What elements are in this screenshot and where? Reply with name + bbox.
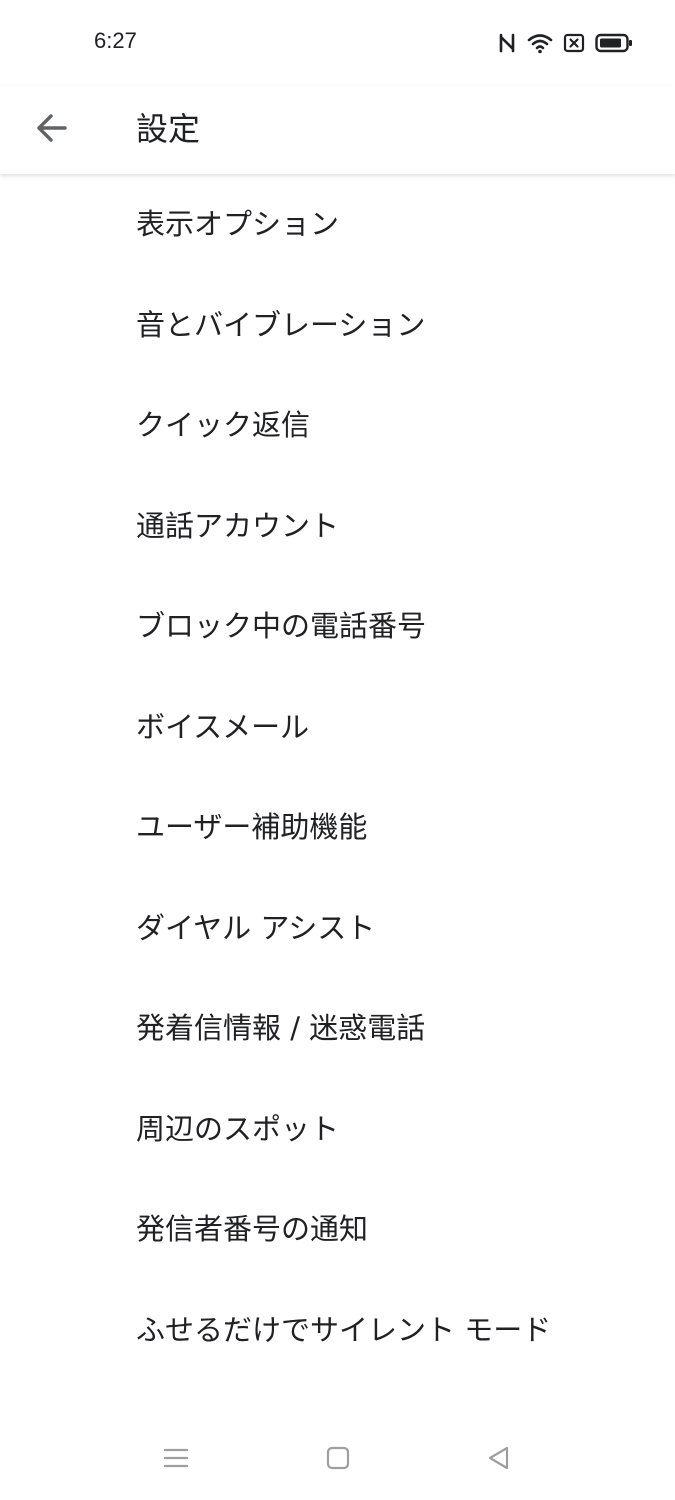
arrow-back-icon — [35, 111, 69, 149]
settings-item-label: ユーザー補助機能 — [136, 810, 368, 845]
settings-item-label: 通話アカウント — [136, 508, 340, 543]
nfc-icon — [497, 32, 517, 54]
settings-item-label: クイック返信 — [136, 408, 311, 443]
app-bar: 設定 — [0, 86, 675, 174]
no-sim-icon — [563, 32, 585, 54]
settings-item-label: ブロック中の電話番号 — [136, 609, 427, 644]
settings-item-label: 発信者番号の通知 — [136, 1212, 369, 1247]
wifi-icon — [527, 32, 553, 54]
menu-icon — [162, 1446, 190, 1474]
settings-item-label: ふせるだけでサイレント モード — [136, 1312, 552, 1347]
status-bar: 6:27 — [0, 0, 675, 86]
page-title: 設定 — [136, 110, 201, 148]
settings-item-label: 発着信情報 / 迷惑電話 — [136, 1011, 426, 1046]
settings-item-caller-id-notify[interactable]: 発信者番号の通知 — [0, 1179, 675, 1280]
back-button[interactable] — [22, 100, 82, 160]
settings-item-label: ボイスメール — [136, 709, 310, 744]
settings-item-label: ダイヤル アシスト — [136, 910, 376, 945]
settings-item-dial-assist[interactable]: ダイヤル アシスト — [0, 878, 675, 979]
settings-item-accessibility[interactable]: ユーザー補助機能 — [0, 777, 675, 878]
nav-back-button[interactable] — [477, 1438, 521, 1482]
settings-list: 表示オプション 音とバイブレーション クイック返信 通話アカウント ブロック中の… — [0, 174, 675, 1380]
settings-item-quick-responses[interactable]: クイック返信 — [0, 375, 675, 476]
settings-item-sound-vibration[interactable]: 音とバイブレーション — [0, 275, 675, 376]
navigation-bar — [0, 1420, 675, 1500]
battery-icon — [595, 32, 633, 54]
status-time: 6:27 — [94, 28, 137, 53]
status-icons — [497, 30, 633, 56]
settings-item-label: 周辺のスポット — [136, 1111, 340, 1146]
settings-item-voicemail[interactable]: ボイスメール — [0, 677, 675, 778]
settings-item-flip-to-silence[interactable]: ふせるだけでサイレント モード — [0, 1280, 675, 1381]
recents-button[interactable] — [154, 1438, 198, 1482]
settings-item-display-options[interactable]: 表示オプション — [0, 174, 675, 275]
settings-item-label: 表示オプション — [136, 207, 340, 242]
home-button[interactable] — [316, 1438, 360, 1482]
settings-item-nearby-places[interactable]: 周辺のスポット — [0, 1079, 675, 1180]
settings-item-calling-accounts[interactable]: 通話アカウント — [0, 476, 675, 577]
settings-item-blocked-numbers[interactable]: ブロック中の電話番号 — [0, 576, 675, 677]
settings-item-label: 音とバイブレーション — [136, 307, 426, 342]
back-triangle-icon — [486, 1445, 512, 1475]
home-square-icon — [325, 1445, 351, 1475]
settings-item-caller-id-spam[interactable]: 発着信情報 / 迷惑電話 — [0, 978, 675, 1079]
